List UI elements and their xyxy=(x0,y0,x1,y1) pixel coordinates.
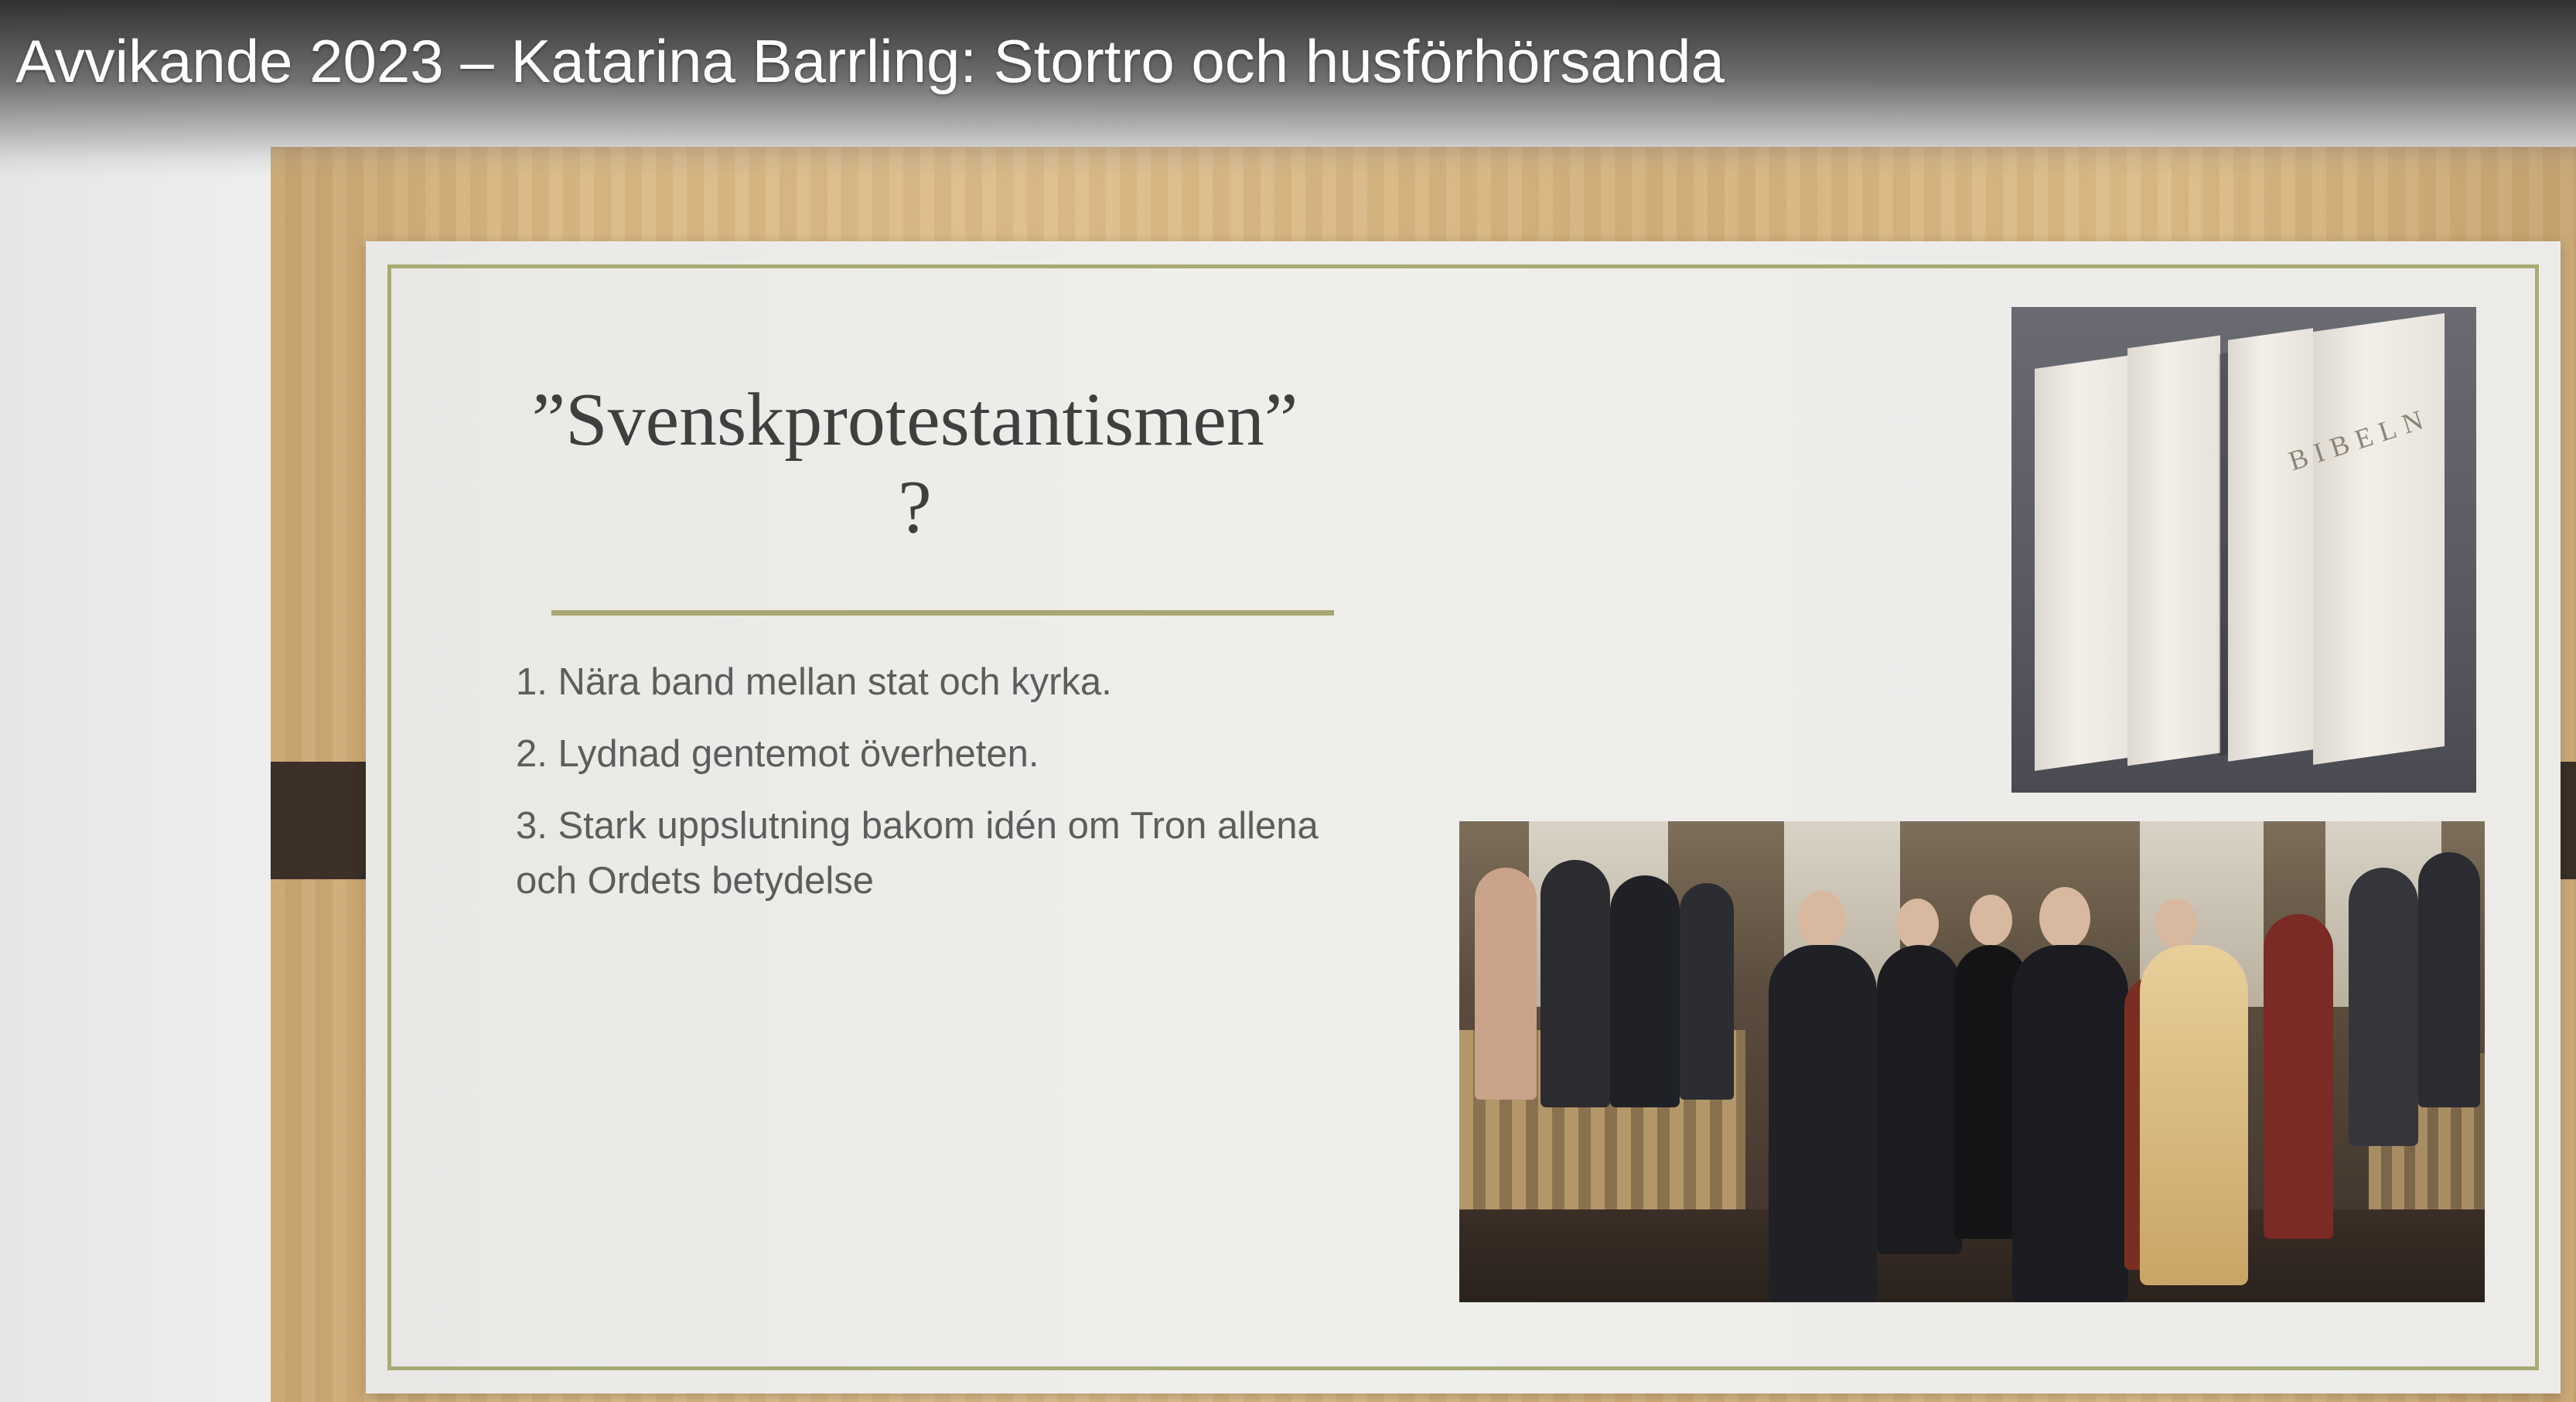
presentation-slide: ”Svenskprotestantismen” ? 1. Nära band m… xyxy=(366,241,2561,1393)
bullet-item-1: 1. Nära band mellan stat och kyrka. xyxy=(516,661,1112,703)
person-head xyxy=(1970,895,2012,946)
bullet-item-3: 3. Stark uppslutning bakom idén om Tron … xyxy=(516,805,1319,902)
video-frame[interactable]: ”Svenskprotestantismen” ? 1. Nära band m… xyxy=(0,0,2576,1402)
title-underline xyxy=(551,610,1334,616)
bullet-item-2: 2. Lydnad gentemot överheten. xyxy=(516,733,1039,776)
person-head xyxy=(2155,899,2197,948)
slide-title-line1: ”Svenskprotestantismen” xyxy=(531,378,1298,462)
person-head xyxy=(2039,887,2090,949)
church-procession-photo xyxy=(1459,821,2485,1302)
slide-title: ”Svenskprotestantismen” ? xyxy=(528,377,1302,551)
video-title[interactable]: Avvikande 2023 – Katarina Barrling: Stor… xyxy=(15,26,1725,97)
guest-figure xyxy=(1540,860,1610,1107)
guest-figure xyxy=(1475,868,1537,1100)
book-volume-1 xyxy=(2035,353,2143,771)
procession-figure xyxy=(2264,914,2333,1239)
bullet-list: 1. Nära band mellan stat och kyrka. 2. L… xyxy=(516,655,1366,926)
slide-title-line2: ? xyxy=(898,465,932,549)
clergy-figure xyxy=(2140,945,2248,1285)
procession-figure-left xyxy=(1769,945,1877,1302)
book-volume-4 xyxy=(2313,313,2445,765)
guest-figure xyxy=(1680,883,1734,1100)
photographer-figure xyxy=(2349,868,2418,1146)
procession-figure xyxy=(1877,945,1962,1254)
photographer-figure xyxy=(2418,852,2480,1107)
bible-books-photo: BIBELN xyxy=(2011,307,2476,793)
book-volume-3 xyxy=(2228,328,2313,762)
guest-figure xyxy=(1610,875,1680,1107)
person-head xyxy=(1896,899,1939,950)
book-volume-2 xyxy=(2127,335,2220,766)
person-head xyxy=(1798,891,1846,948)
procession-figure-right xyxy=(2012,945,2128,1302)
